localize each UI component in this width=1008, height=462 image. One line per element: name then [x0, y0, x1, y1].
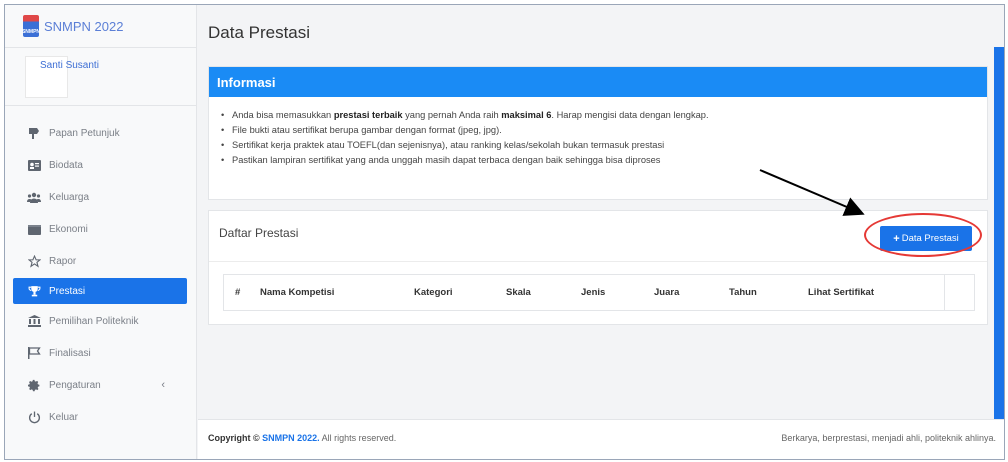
prestasi-table-header: # Nama Kompetisi Kategori Skala Jenis Ju… [223, 274, 975, 311]
footer: Copyright © SNMPN 2022. All rights reser… [198, 419, 1004, 459]
brand-logo-text: SNMPN [21, 29, 41, 35]
users-icon [27, 190, 41, 204]
brand[interactable]: SNMPN SNMPN 2022 [5, 5, 196, 48]
sidebar-item-label: Keluarga [49, 191, 90, 203]
info-item: Sertifikat kerja praktek atau TOEFL(dan … [221, 138, 987, 153]
column-header: Kategori [414, 287, 453, 298]
info-text: . Harap mengisi data dengan lengkap. [551, 110, 709, 120]
sidebar-item-rapor[interactable]: Rapor [5, 246, 197, 276]
institution-icon [27, 314, 41, 328]
column-divider [944, 275, 945, 310]
gear-icon [27, 378, 41, 392]
footer-brand-link[interactable]: SNMPN 2022. [262, 433, 320, 443]
column-header: Juara [654, 287, 680, 298]
sidebar-item-keluarga[interactable]: Keluarga [5, 182, 197, 212]
sidebar-item-pengaturan[interactable]: Pengaturan ‹ [5, 370, 197, 400]
copyright-suffix: All rights reserved. [319, 433, 397, 443]
copyright-prefix: Copyright © [208, 433, 263, 443]
power-icon [27, 410, 41, 424]
copyright: Copyright © SNMPN 2022. All rights reser… [208, 433, 396, 443]
info-item: Pastikan lampiran sertifikat yang anda u… [221, 153, 987, 168]
footer-tagline: Berkarya, berprestasi, menjadi ahli, pol… [781, 433, 996, 443]
id-card-icon [27, 158, 41, 172]
info-card-heading: Informasi [209, 67, 987, 97]
wallet-icon [27, 222, 41, 236]
info-card: Informasi Anda bisa memasukkan prestasi … [208, 66, 988, 200]
user-panel: Santi Susanti [5, 48, 196, 106]
column-header: Tahun [729, 287, 757, 298]
sidebar-item-biodata[interactable]: Biodata [5, 150, 197, 180]
column-header: Lihat Sertifikat [808, 287, 874, 298]
sidebar-item-papan-petunjuk[interactable]: Papan Petunjuk [5, 118, 197, 148]
sidebar-item-label: Prestasi [49, 285, 86, 297]
sidebar-nav: Papan Petunjuk Biodata Keluarga Ekonomi [5, 118, 197, 434]
plus-icon: + [893, 232, 900, 245]
add-prestasi-button[interactable]: + Data Prestasi [880, 226, 972, 251]
list-title: Daftar Prestasi [219, 226, 299, 240]
sidebar: SNMPN SNMPN 2022 Santi Susanti Papan Pet… [5, 5, 197, 459]
sidebar-item-label: Finalisasi [49, 347, 91, 359]
scrollbar[interactable] [994, 47, 1004, 422]
sidebar-item-label: Biodata [49, 159, 83, 171]
sidebar-item-label: Ekonomi [49, 223, 88, 235]
brand-name: SNMPN 2022 [44, 18, 124, 34]
sidebar-item-pemilihan-politeknik[interactable]: Pemilihan Politeknik [5, 306, 197, 336]
sidebar-item-label: Pengaturan [49, 379, 101, 391]
info-text: Anda bisa memasukkan [232, 110, 334, 120]
divider [209, 261, 987, 262]
flag-icon [27, 346, 41, 360]
info-emphasis: maksimal 6 [501, 110, 552, 120]
info-text: yang pernah Anda raih [402, 110, 502, 120]
sidebar-item-keluar[interactable]: Keluar [5, 402, 197, 432]
info-item: Anda bisa memasukkan prestasi terbaik ya… [221, 108, 987, 123]
sidebar-item-prestasi[interactable]: Prestasi [13, 278, 187, 304]
star-icon [27, 254, 41, 268]
column-header: Jenis [581, 287, 606, 298]
sidebar-item-finalisasi[interactable]: Finalisasi [5, 338, 197, 368]
sidebar-item-label: Papan Petunjuk [49, 127, 120, 139]
sidebar-item-label: Keluar [49, 411, 78, 423]
app-window: SNMPN SNMPN 2022 Santi Susanti Papan Pet… [4, 4, 1005, 460]
signpost-icon [27, 126, 41, 140]
brand-logo: SNMPN [21, 15, 41, 37]
column-header: # [235, 287, 241, 298]
page-title: Data Prestasi [208, 23, 311, 42]
trophy-icon [27, 284, 41, 298]
prestasi-list-card: Daftar Prestasi + Data Prestasi # Nama K… [208, 210, 988, 325]
column-header: Skala [506, 287, 531, 298]
info-item: File bukti atau sertifikat berupa gambar… [221, 123, 987, 138]
chevron-left-icon: ‹ [161, 379, 165, 391]
add-prestasi-label: Data Prestasi [901, 233, 959, 244]
main-content: Data Prestasi Informasi Anda bisa memasu… [198, 5, 1004, 459]
sidebar-item-label: Rapor [49, 255, 77, 267]
column-header: Nama Kompetisi [260, 287, 335, 298]
user-name: Santi Susanti [40, 60, 99, 71]
sidebar-item-label: Pemilihan Politeknik [49, 315, 139, 327]
info-emphasis: prestasi terbaik [333, 110, 403, 120]
sidebar-item-ekonomi[interactable]: Ekonomi [5, 214, 197, 244]
info-list: Anda bisa memasukkan prestasi terbaik ya… [209, 97, 987, 168]
